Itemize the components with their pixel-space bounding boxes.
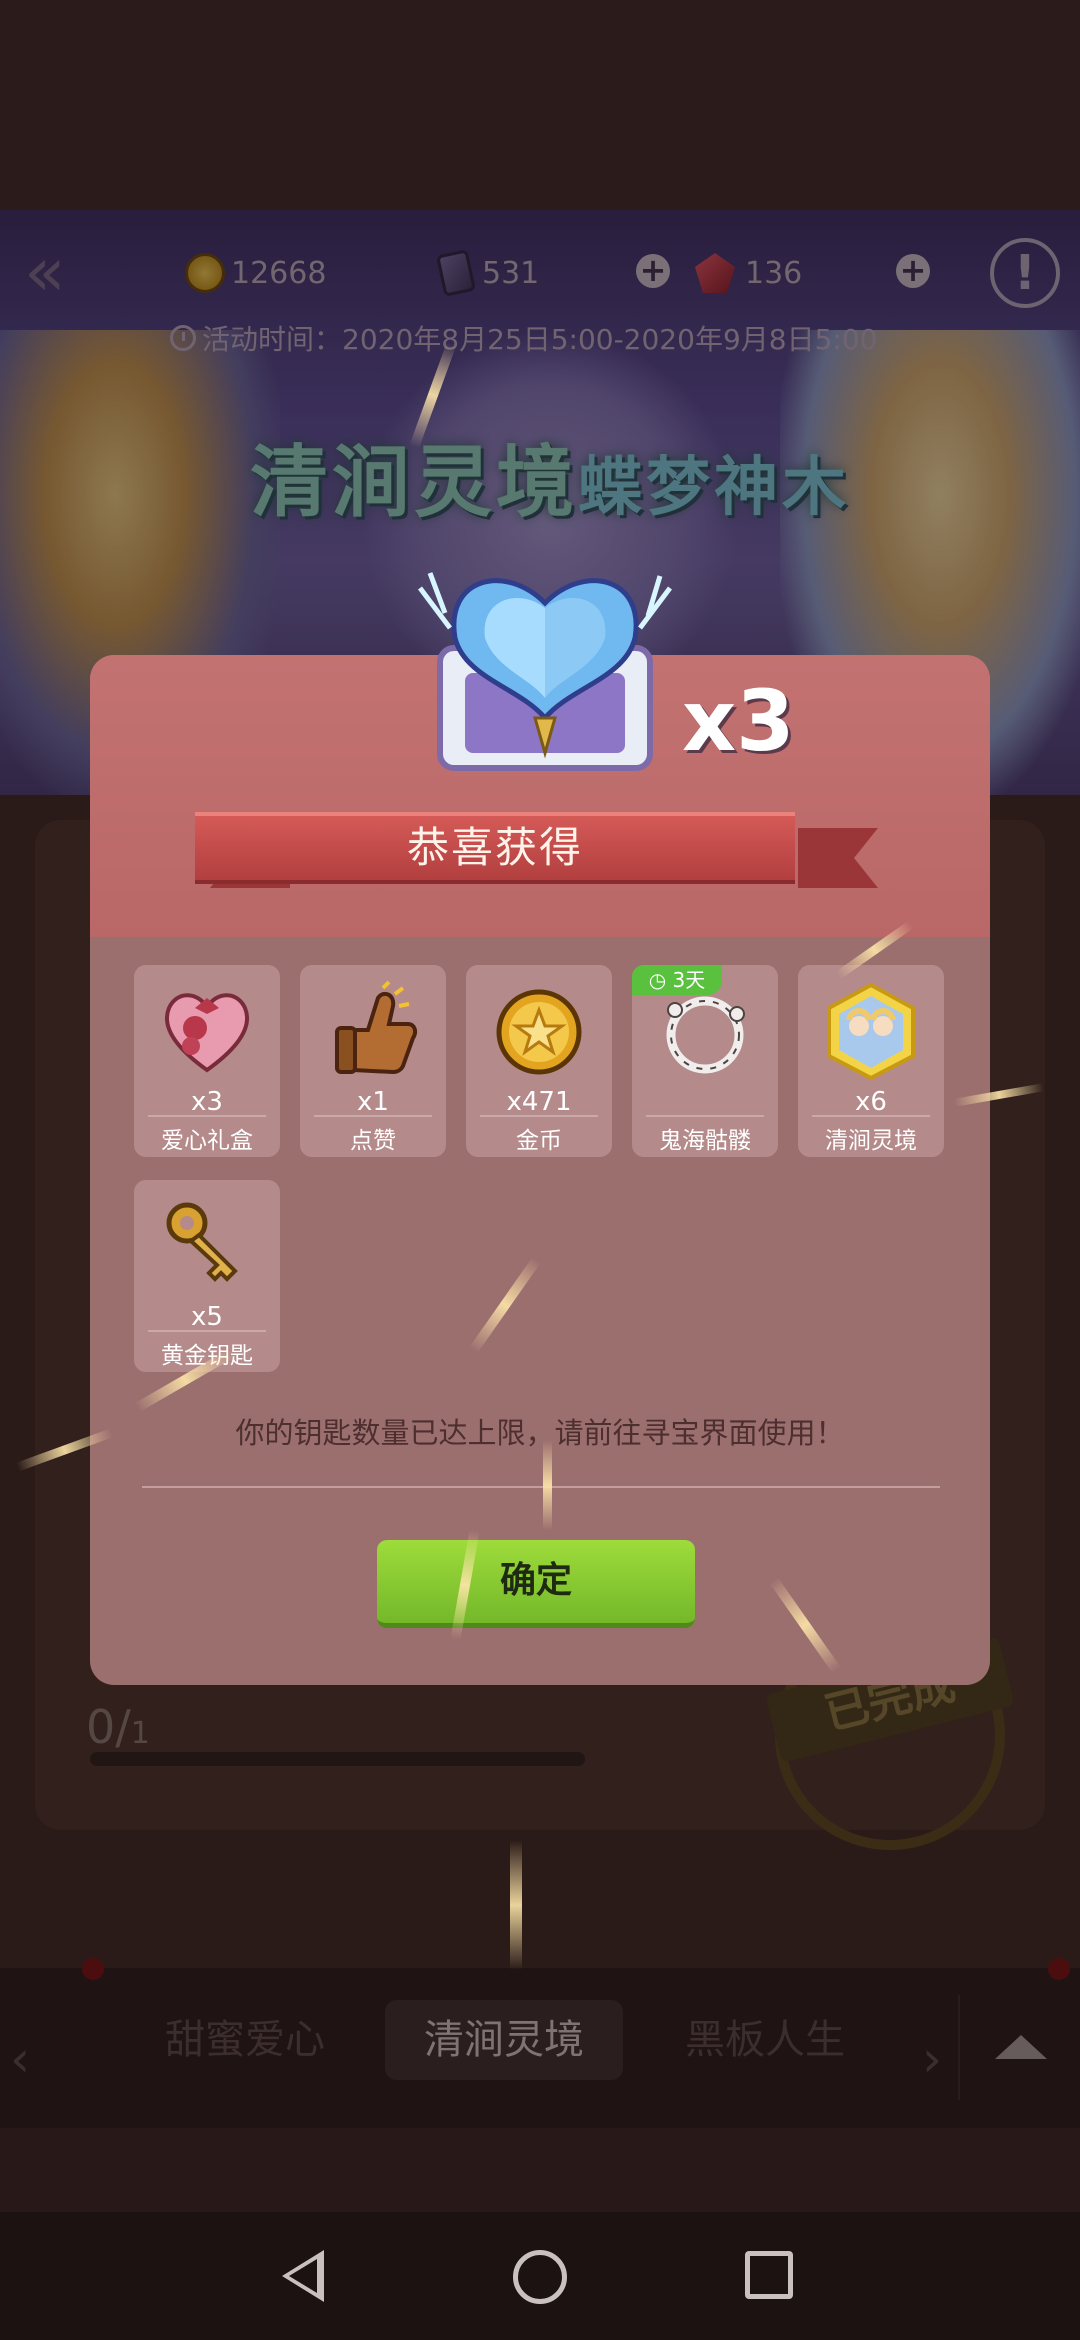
skull-ring-icon xyxy=(666,996,745,1074)
item-name: 金币 xyxy=(516,1128,562,1154)
item-name: 鬼海骷髅 xyxy=(659,1128,751,1154)
duration-badge-text: 3天 xyxy=(672,968,706,992)
key-limit-message: 你的钥匙数量已达上限，请前往寻宝界面使用！ xyxy=(235,1416,845,1450)
reward-item[interactable]: x6 清涧灵境 xyxy=(798,965,944,1157)
butterfly-chest-icon xyxy=(418,572,672,771)
item-qty: x471 xyxy=(506,1087,572,1117)
item-qty: x1 xyxy=(357,1087,389,1117)
item-name: 爱心礼盒 xyxy=(161,1128,253,1154)
item-divider xyxy=(480,1115,598,1117)
item-qty: x6 xyxy=(855,1087,887,1117)
item-divider xyxy=(646,1115,764,1117)
item-divider xyxy=(812,1115,930,1117)
gold-coin-icon xyxy=(496,989,582,1075)
reward-item[interactable]: x1 点赞 xyxy=(300,965,446,1157)
heart-gift-box-icon xyxy=(164,993,250,1073)
reward-item[interactable]: x471 金币 xyxy=(466,965,612,1157)
reward-dialog xyxy=(90,655,990,1685)
item-divider xyxy=(148,1115,266,1117)
nav-recents-icon[interactable] xyxy=(745,2251,793,2299)
item-name: 清涧灵境 xyxy=(825,1128,917,1154)
chest-count: x3 xyxy=(682,672,795,770)
nav-home-icon[interactable] xyxy=(513,2250,567,2304)
golden-key-icon xyxy=(166,1202,238,1282)
nav-back-icon[interactable] xyxy=(282,2250,324,2302)
item-qty: x3 xyxy=(191,1087,223,1117)
sparkle-streak xyxy=(510,1840,522,1970)
sparkle-streak xyxy=(543,1440,552,1530)
reward-item[interactable]: ◷ 3天 鬼海骷髅 xyxy=(632,965,778,1157)
item-qty: x5 xyxy=(191,1302,223,1332)
dialog-title: 恭喜获得 xyxy=(195,812,795,884)
duration-badge: ◷ 3天 xyxy=(632,965,722,995)
reward-item[interactable]: x3 爱心礼盒 xyxy=(134,965,280,1157)
dialog-divider xyxy=(142,1486,940,1488)
item-divider xyxy=(148,1330,266,1332)
thumbs-up-icon xyxy=(335,980,418,1075)
item-name: 点赞 xyxy=(350,1128,396,1154)
confirm-button[interactable]: 确定 xyxy=(377,1540,695,1628)
item-divider xyxy=(314,1115,432,1117)
reward-item[interactable]: x5 黄金钥匙 xyxy=(134,1180,280,1372)
character-portrait-icon xyxy=(827,982,915,1080)
